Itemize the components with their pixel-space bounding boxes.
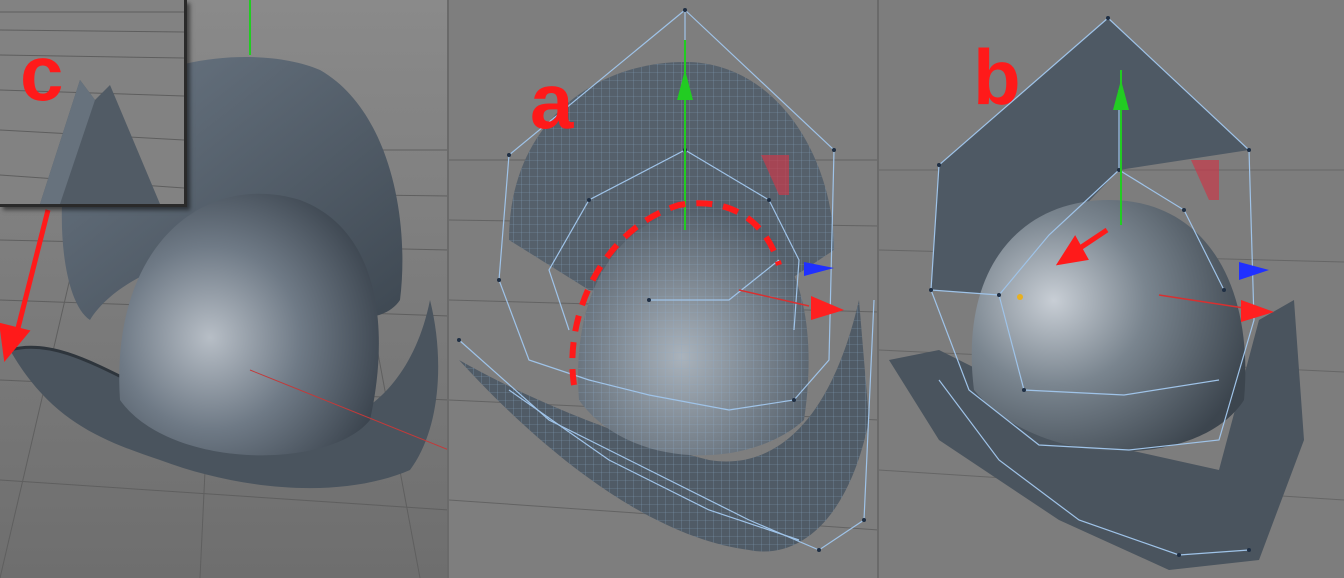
- inset-closeup: [0, 0, 187, 207]
- composite-screenshot: c a b: [0, 0, 1344, 578]
- wire-helmet-scene: [449, 0, 879, 578]
- viewport-subdivision-wireframe[interactable]: [449, 0, 879, 578]
- viewport-cage-polygons[interactable]: [879, 0, 1344, 578]
- inset-scene: [0, 0, 184, 204]
- selected-vertex[interactable]: [1017, 294, 1023, 300]
- cage-helmet-scene: [879, 0, 1344, 578]
